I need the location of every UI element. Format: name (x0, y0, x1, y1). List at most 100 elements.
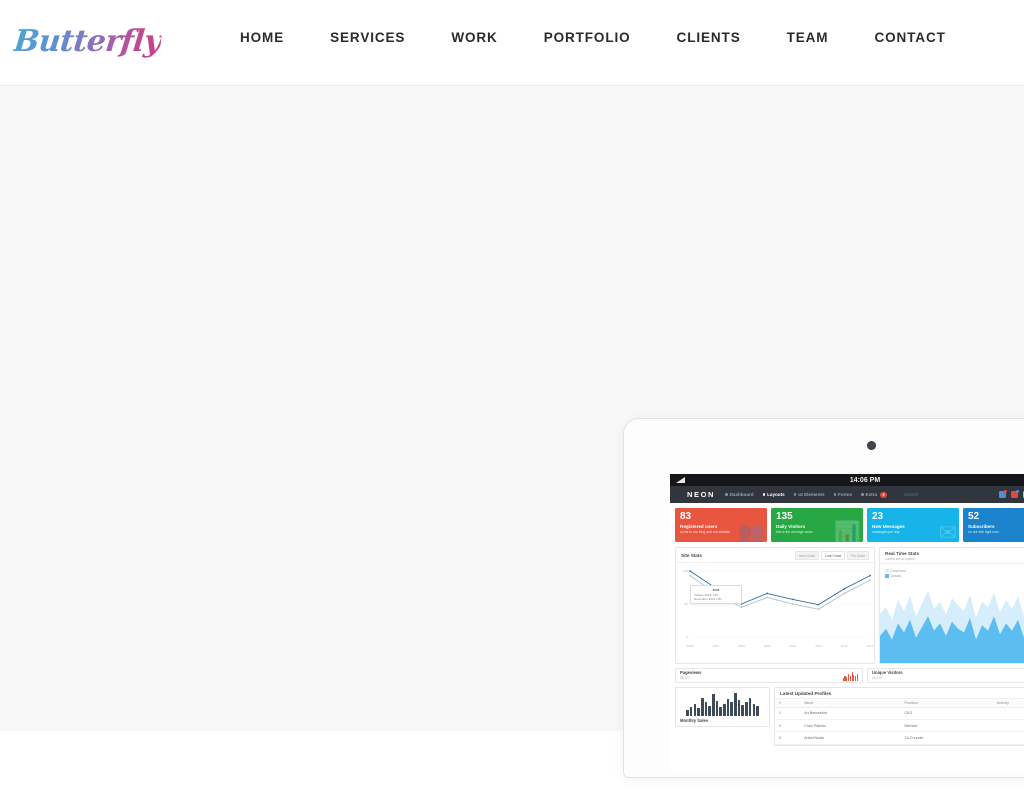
menu-label: Dashboard (729, 492, 754, 497)
mini-tile-unique-visitors[interactable]: Unique Visitors 24,170 (867, 667, 1024, 683)
table-row[interactable]: 3 Arthel Nuate Co-Founder (775, 731, 1024, 745)
nav-item-contact[interactable]: CONTACT (874, 30, 971, 45)
cell-name: Arthel Nuate (800, 731, 901, 745)
panel-title: Site Stats (681, 553, 702, 558)
sparkline-bar (848, 673, 850, 681)
device-status-bar: 14:06 PM (670, 474, 1024, 486)
sales-bar (719, 707, 722, 716)
puzzle-icon (793, 493, 797, 496)
svg-text:2013: 2013 (867, 644, 874, 648)
site-logo[interactable]: Butterfly (12, 24, 163, 59)
column-header-id: # (775, 698, 801, 708)
dashboard-menu-layouts[interactable]: Layouts (762, 492, 785, 497)
bottom-row: Monthly Sales Latest Updated Profiles ■ … (675, 686, 1024, 746)
svg-text:2011: 2011 (815, 644, 822, 648)
stat-tile-daily-visitors[interactable]: 135 Daily Visitors this is the average v… (771, 508, 863, 542)
stat-tile-new-messages[interactable]: 23 New Messages messages per day ✉ (867, 508, 959, 542)
nav-item-services[interactable]: SERVICES (330, 30, 431, 45)
svg-text:2012: 2012 (841, 644, 848, 648)
latest-profiles-panel: Latest Updated Profiles ■ ⌄ ↻ × # (774, 686, 1024, 746)
dashboard-search-input[interactable]: Search (900, 490, 995, 499)
dashboard-menu-ui-elements[interactable]: UI Elements (793, 492, 825, 497)
stat-tiles-row: 83 Registered users so far in our blog a… (675, 508, 1024, 542)
envelope-icon: ✉ (938, 520, 957, 543)
latest-profiles-table: # Name Position Activity 1 Art Bernadette… (775, 698, 1024, 745)
grid-icon (725, 493, 728, 496)
svg-text:50: 50 (685, 602, 689, 606)
monthly-sales-label: Monthly Sales (680, 717, 709, 723)
sales-bar (741, 704, 745, 716)
sales-bar (752, 703, 756, 716)
dashboard-menu-dashboard[interactable]: Dashboard (725, 492, 754, 497)
mini-title: Unique Visitors (872, 670, 903, 676)
dashboard-menu-extra[interactable]: Extra 9 (861, 491, 888, 498)
stat-tile-registered-users[interactable]: 83 Registered users so far in our blog a… (675, 508, 767, 542)
nav-item-team[interactable]: TEAM (787, 30, 855, 45)
legend-item-upload: Upload (885, 574, 906, 578)
line-chart-svg: 0 50 100 2006 2007 2008 2009 2010 2011 2012 2013 (683, 569, 874, 648)
cell-position: Co-Founder (900, 731, 993, 745)
mini-title: Pageviews (680, 670, 702, 676)
signal-icon (676, 477, 685, 483)
stat-label: Subscribers (968, 523, 995, 529)
charts-row: Site Stats Area Chart Line Chart Pie Cha… (675, 547, 1024, 664)
tab-line-chart[interactable]: Line Chart (821, 551, 845, 560)
sparkline-bar (849, 676, 851, 681)
svg-text:100: 100 (683, 569, 688, 573)
menu-badge: 9 (880, 491, 888, 498)
table-row[interactable]: 1 Art Bernadette CEO (775, 707, 1024, 720)
dashboard-navbar-right: Live Site (998, 489, 1024, 498)
nav-item-portfolio[interactable]: PORTFOLIO (544, 30, 657, 45)
sales-bar (697, 708, 700, 716)
mini-value: 24,170 (872, 675, 882, 680)
stat-sub: on our site right now (968, 529, 999, 534)
status-bar-time: 14:06 PM (849, 476, 881, 484)
sales-bar (756, 706, 759, 716)
column-header-activity: Activity (992, 698, 1024, 708)
sales-bar (715, 700, 719, 716)
cell-name: Chan Paterks (800, 719, 901, 733)
tab-area-chart[interactable]: Area Chart (794, 551, 820, 560)
mini-tile-pageviews[interactable]: Pageviews 56,127 (675, 667, 863, 683)
form-icon (833, 493, 836, 496)
legend-swatch (885, 574, 889, 578)
menu-label: UI Elements (798, 492, 825, 497)
monthly-sales-bars (680, 692, 765, 716)
dashboard-menu-forms[interactable]: Forms (833, 492, 852, 497)
envelope-icon[interactable] (998, 489, 1008, 498)
sales-bar (745, 701, 748, 716)
nav-item-clients[interactable]: CLIENTS (677, 30, 767, 45)
users-icon: 👥 (737, 520, 765, 543)
chart-tooltip: 2006 Visitors 2013: 100 November 2013 (4… (690, 585, 742, 604)
tooltip-title: 2006 (712, 588, 720, 592)
cell-id: 1 (775, 707, 801, 720)
sales-bar (734, 693, 737, 716)
mini-tiles-row: Pageviews 56,127 Unique Visitors 24,170 (675, 667, 1024, 683)
realtime-chart: Download Upload (880, 564, 1024, 663)
table-row[interactable]: 2 Chan Paterks Member (775, 719, 1024, 733)
panel-subtitle: current server uptime (885, 556, 916, 561)
dashboard-brand[interactable]: NEON (687, 490, 715, 499)
sales-bar (730, 702, 734, 716)
cell-id: 3 (775, 731, 801, 745)
dashboard-body: 83 Registered users so far in our blog a… (670, 503, 1024, 772)
tab-pie-chart[interactable]: Pie Chart (846, 551, 869, 560)
cell-activity (992, 707, 1024, 720)
sales-bar (708, 705, 711, 716)
bell-icon[interactable] (1010, 489, 1020, 498)
site-stats-header: Site Stats Area Chart Line Chart Pie Cha… (676, 548, 874, 563)
site-stats-panel: Site Stats Area Chart Line Chart Pie Cha… (675, 547, 875, 664)
tooltip-line-2: November 2013 (45) (694, 596, 722, 601)
cell-position: Member (900, 719, 993, 733)
sales-bar (726, 698, 730, 716)
svg-text:0: 0 (686, 635, 688, 639)
nav-item-home[interactable]: HOME (240, 30, 310, 45)
site-stats-chart: 0 50 100 2006 2007 2008 2009 2010 2011 2012 2013 2… (676, 563, 874, 651)
realtime-stats-panel: Real Time Stats current server uptime ■ … (879, 547, 1024, 664)
site-header: Butterfly HOME SERVICES WORK PORTFOLIO C… (0, 0, 1024, 86)
sales-bar (689, 707, 693, 716)
nav-item-work[interactable]: WORK (451, 30, 523, 45)
stat-tile-subscribers[interactable]: 52 Subscribers on our site right now 📶 (963, 508, 1024, 542)
sales-bar (748, 697, 752, 716)
svg-text:2008: 2008 (738, 644, 745, 648)
